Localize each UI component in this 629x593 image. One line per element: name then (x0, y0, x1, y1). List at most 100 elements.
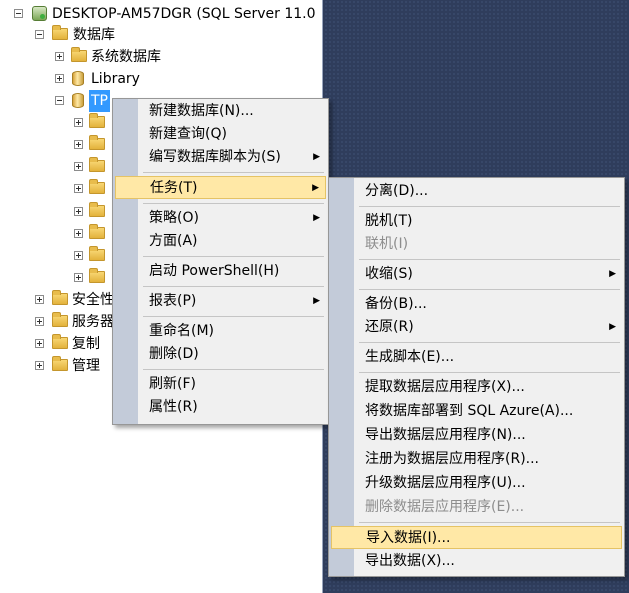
expand-icon[interactable] (35, 295, 44, 304)
expand-icon[interactable] (74, 251, 83, 260)
expand-icon[interactable] (55, 74, 64, 83)
database-icon (72, 71, 84, 86)
folder-icon (71, 47, 87, 62)
menu-item-label: 新建查询(Q) (149, 126, 227, 142)
expand-icon[interactable] (35, 361, 44, 370)
folder-icon (89, 179, 105, 194)
collapse-icon[interactable] (55, 96, 64, 105)
folder-icon (52, 356, 68, 371)
menu-item-label: 编写数据库脚本为(S) (149, 149, 281, 165)
menu-item-label: 脱机(T) (365, 213, 413, 229)
tree-label-server: DESKTOP-AM57DGR (SQL Server 11.0 (52, 6, 316, 22)
folder-icon (89, 224, 105, 239)
menu-item-new-query[interactable]: 新建查询(Q) (115, 123, 326, 146)
submenu-arrow-icon: ▶ (312, 183, 319, 193)
menu-item-label: 任务(T) (150, 180, 198, 196)
tree-label-security: 安全性 (72, 292, 114, 308)
submenu-arrow-icon: ▶ (609, 269, 616, 279)
menu-item-generate-scripts[interactable]: 生成脚本(E)... (331, 346, 622, 369)
menu-item-rename[interactable]: 重命名(M) (115, 320, 326, 343)
menu-item-take-offline[interactable]: 脱机(T) (331, 210, 622, 233)
menu-item-extract-data-tier-app[interactable]: 提取数据层应用程序(X)... (331, 376, 622, 399)
expand-icon[interactable] (74, 273, 83, 282)
menu-item-label: 联机(I) (365, 236, 409, 252)
menu-item-import-data[interactable]: 导入数据(I)... (331, 526, 622, 549)
expand-icon[interactable] (35, 317, 44, 326)
menu-separator (359, 289, 620, 290)
menu-item-register-data-tier-app[interactable]: 注册为数据层应用程序(R)... (331, 448, 622, 471)
menu-item-label: 删除(D) (149, 346, 199, 362)
tree-label-replication: 复制 (72, 336, 100, 352)
folder-icon (52, 334, 68, 349)
menu-item-label: 升级数据层应用程序(U)... (365, 475, 526, 491)
menu-item-export-data-tier-app[interactable]: 导出数据层应用程序(N)... (331, 424, 622, 447)
menu-separator (359, 522, 620, 523)
menu-separator (359, 342, 620, 343)
menu-item-label: 新建数据库(N)... (149, 103, 254, 119)
expand-icon[interactable] (74, 162, 83, 171)
menu-item-shrink[interactable]: 收缩(S) ▶ (331, 263, 622, 286)
menu-item-tasks[interactable]: 任务(T) ▶ (115, 176, 326, 199)
tree-label-system-databases: 系统数据库 (91, 49, 161, 65)
folder-icon (52, 290, 68, 305)
menu-item-backup[interactable]: 备份(B)... (331, 293, 622, 316)
menu-item-facets[interactable]: 方面(A) (115, 230, 326, 253)
menu-item-label: 属性(R) (149, 399, 198, 415)
expand-icon[interactable] (35, 339, 44, 348)
tree-label-databases: 数据库 (73, 27, 115, 43)
menu-item-label: 生成脚本(E)... (365, 349, 455, 365)
menu-separator (359, 259, 620, 260)
menu-separator (359, 372, 620, 373)
menu-item-new-database[interactable]: 新建数据库(N)... (115, 100, 326, 123)
menu-item-deploy-to-sql-azure[interactable]: 将数据库部署到 SQL Azure(A)... (331, 400, 622, 423)
menu-item-label: 重命名(M) (149, 323, 215, 339)
expand-icon[interactable] (74, 140, 83, 149)
menu-separator (143, 172, 324, 173)
menu-item-bring-online: 联机(I) (331, 233, 622, 256)
menu-item-label: 导出数据(X)... (365, 553, 455, 569)
expand-icon[interactable] (74, 118, 83, 127)
menu-item-start-powershell[interactable]: 启动 PowerShell(H) (115, 260, 326, 283)
menu-separator (143, 286, 324, 287)
tree-label-library: Library (91, 71, 140, 87)
folder-icon (89, 135, 105, 150)
menu-item-detach[interactable]: 分离(D)... (331, 180, 622, 203)
database-icon (72, 93, 84, 108)
menu-item-properties[interactable]: 属性(R) (115, 396, 326, 419)
folder-icon (89, 202, 105, 217)
expand-icon[interactable] (74, 229, 83, 238)
menu-item-label: 还原(R) (365, 319, 414, 335)
menu-item-label: 启动 PowerShell(H) (149, 263, 280, 279)
menu-item-delete[interactable]: 删除(D) (115, 343, 326, 366)
menu-item-restore[interactable]: 还原(R) ▶ (331, 316, 622, 339)
tasks-submenu: 分离(D)... 脱机(T) 联机(I) 收缩(S) ▶ 备份(B)... 还原(… (328, 177, 625, 577)
folder-icon (52, 312, 68, 327)
menu-item-refresh[interactable]: 刷新(F) (115, 373, 326, 396)
menu-item-reports[interactable]: 报表(P) ▶ (115, 290, 326, 313)
menu-item-upgrade-data-tier-app[interactable]: 升级数据层应用程序(U)... (331, 472, 622, 495)
collapse-icon[interactable] (14, 9, 23, 18)
server-icon (32, 6, 47, 21)
menu-item-label: 删除数据层应用程序(E)... (365, 499, 525, 515)
menu-item-label: 提取数据层应用程序(X)... (365, 379, 525, 395)
menu-item-label: 方面(A) (149, 233, 198, 249)
collapse-icon[interactable] (35, 30, 44, 39)
menu-item-label: 导入数据(I)... (366, 530, 451, 546)
expand-icon[interactable] (55, 52, 64, 61)
tree-label-selected-db: TP (89, 90, 110, 112)
menu-item-script-database-as[interactable]: 编写数据库脚本为(S) ▶ (115, 146, 326, 169)
menu-item-label: 报表(P) (149, 293, 197, 309)
folder-icon (89, 246, 105, 261)
menu-item-label: 将数据库部署到 SQL Azure(A)... (365, 403, 574, 419)
expand-icon[interactable] (74, 184, 83, 193)
menu-item-export-data[interactable]: 导出数据(X)... (331, 550, 622, 573)
expand-icon[interactable] (74, 207, 83, 216)
submenu-arrow-icon: ▶ (313, 296, 320, 306)
menu-separator (359, 206, 620, 207)
menu-item-label: 备份(B)... (365, 296, 427, 312)
folder-icon (89, 113, 105, 128)
submenu-arrow-icon: ▶ (313, 213, 320, 223)
menu-item-label: 刷新(F) (149, 376, 196, 392)
menu-item-policies[interactable]: 策略(O) ▶ (115, 207, 326, 230)
menu-item-label: 收缩(S) (365, 266, 413, 282)
